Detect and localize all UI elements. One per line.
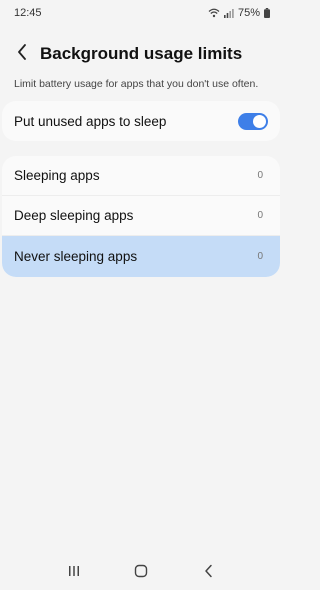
sleep-toggle-switch[interactable] [238,112,268,130]
battery-icon [264,8,270,18]
status-time: 12:45 [14,7,42,19]
list-item-count: 0 [257,251,263,262]
battery-percent: 75% [237,7,260,19]
recents-button[interactable] [60,559,88,587]
list-item-label: Sleeping apps [14,168,100,183]
description-text: Limit battery usage for apps that you do… [14,78,259,90]
wifi-icon [208,8,220,18]
back-icon [204,564,213,583]
nav-back-button[interactable] [194,559,222,587]
back-button[interactable] [10,40,34,68]
home-button[interactable] [127,559,155,587]
put-unused-apps-to-sleep-row[interactable]: Put unused apps to sleep [2,101,280,141]
recents-icon [68,564,80,582]
list-item-deep-sleeping-apps[interactable]: Deep sleeping apps 0 [2,196,280,236]
toggle-label: Put unused apps to sleep [14,113,167,129]
home-icon [134,564,148,583]
list-item-count: 0 [257,210,263,221]
list-item-count: 0 [257,170,263,181]
app-lists-card: Sleeping apps 0 Deep sleeping apps 0 Nev… [2,156,280,277]
signal-icon [223,8,234,18]
page-title: Background usage limits [40,44,243,63]
switch-knob [253,114,266,128]
list-item-never-sleeping-apps[interactable]: Never sleeping apps 0 [2,236,280,277]
list-item-label: Never sleeping apps [14,249,138,264]
list-item-sleeping-apps[interactable]: Sleeping apps 0 [2,156,280,196]
list-item-label: Deep sleeping apps [14,208,134,223]
back-arrow-icon [17,43,27,65]
sleep-toggle-card: Put unused apps to sleep [2,101,280,141]
header: Background usage limits [0,38,282,70]
navigation-bar [0,556,282,590]
status-icons: 75% [208,7,270,19]
status-bar: 12:45 75% [0,0,282,26]
